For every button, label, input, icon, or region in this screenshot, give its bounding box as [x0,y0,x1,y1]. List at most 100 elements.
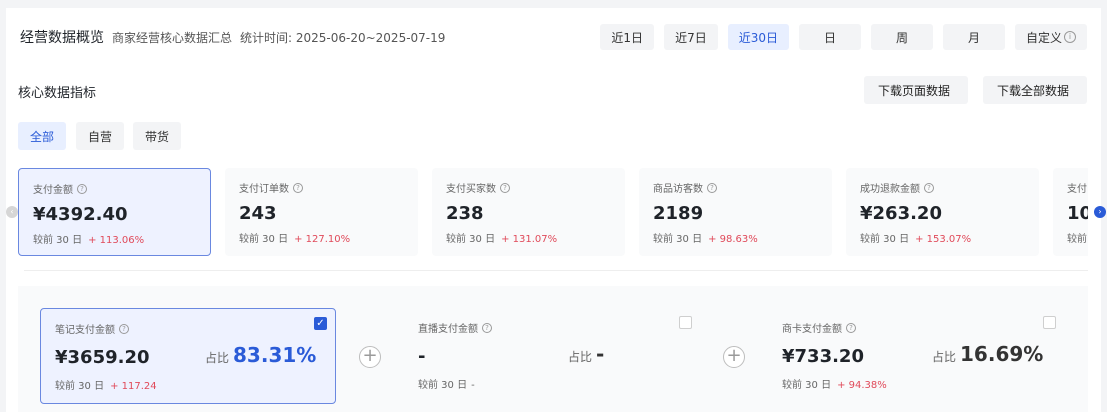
range-30d-button[interactable]: 近30日 [727,24,789,50]
range-day-button[interactable]: 日 [798,24,861,50]
metric-card-buyer-count[interactable]: 支付买家数 ? 238 较前 30 日 + 131.07% [432,168,625,256]
metric-compare: 较前 30 日 + 131.07% [446,230,611,245]
metric-label-text: 商品访客数 [653,184,703,195]
download-page-data-button[interactable]: 下载页面数据 [864,76,968,104]
segment-affiliate-tab[interactable]: 带货 [133,122,182,150]
metric-compare: 较前 30 日 + 113.06% [33,231,196,246]
metric-card-refund-amount[interactable]: 成功退款金额 ? ¥263.20 较前 30 日 + 153.07% [846,168,1039,256]
checkbox-unchecked-icon[interactable] [679,316,692,329]
share-percent: - [596,342,605,366]
breakdown-label-text: 笔记支付金额 [55,325,115,336]
range-1d-button[interactable]: 近1日 [600,24,655,50]
core-metrics-panel: 核心数据指标 下载页面数据 下载全部数据 全部 自营 带货 支付金额 ? ¥43… [6,66,1106,412]
metric-compare-text: 较前 30 日 [653,234,703,245]
metric-compare: 较前 30 日 + 127.10% [239,230,404,245]
help-icon[interactable]: ? [707,182,717,193]
metric-compare-text: 较前 30 日 [33,235,83,246]
scroll-left-icon[interactable]: ‹ [6,206,18,218]
metric-value: 2189 [653,203,704,224]
help-icon[interactable]: ? [119,323,129,334]
breakdown-delta: - [471,380,475,391]
breakdown-compare-text: 较前 30 日 [55,381,105,392]
range-custom-button[interactable]: 自定义 i [1014,24,1087,50]
metric-value: 243 [239,203,277,224]
checkbox-unchecked-icon[interactable] [1043,316,1056,329]
info-icon: i [1064,31,1076,43]
metric-delta: + 153.07% [915,234,972,245]
section-divider [24,270,1088,271]
breakdown-label: 笔记支付金额 ? [55,321,321,336]
metric-card-visitor-count[interactable]: 商品访客数 ? 2189 较前 30 日 + 98.63% [639,168,832,256]
metric-delta: + 131.07% [501,234,558,245]
breakdown-share: 占比 16.69% [932,342,1043,366]
segment-self-operated-tab[interactable]: 自营 [76,122,125,150]
breakdown-compare: 较前 30 日- [418,376,475,391]
metric-card-payment-amount[interactable]: 支付金额 ? ¥4392.40 较前 30 日 + 113.06% [18,168,211,256]
plus-icon: + [723,346,745,368]
breakdown-value: ¥3659.20 [55,347,150,368]
segment-all-tab[interactable]: 全部 [18,122,67,150]
breakdown-label: 直播支付金额 ? [418,320,686,335]
range-week-button[interactable]: 周 [870,24,933,50]
metric-label: 商品访客数 ? [653,180,818,195]
breakdown-compare-text: 较前 30 日 [418,380,468,391]
metric-compare-text: 较前 30 日 [239,234,289,245]
breakdown-compare-text: 较前 30 日 [782,380,832,391]
checkbox-checked-icon[interactable]: ✓ [314,317,327,330]
breakdown-label: 商卡支付金额 ? [782,320,1050,335]
metric-label-text: 支付金额 [33,185,73,196]
plus-icon: + [359,346,381,368]
date-range-selector: 近1日 近7日 近30日 日 周 月 自定义 i [600,24,1087,50]
range-month-button[interactable]: 月 [942,24,1005,50]
metric-delta: + 127.10% [294,234,351,245]
metric-delta: + 113.06% [88,235,145,246]
metric-label-text: 支付订单数 [239,184,289,195]
metric-compare: 较前 30 日 + 98.63% [653,230,818,245]
metric-label: 支付金额 ? [33,181,196,196]
range-7d-button[interactable]: 近7日 [664,24,718,50]
help-icon[interactable]: ? [846,322,856,333]
breakdown-value: ¥733.20 [782,346,864,367]
help-icon[interactable]: ? [924,182,934,193]
breakdown-delta: + 117.24 [110,381,157,392]
breakdown-card-live[interactable]: 直播支付金额 ? - 占比 - 较前 30 日- [404,308,700,404]
metric-delta: + 98.63% [708,234,758,245]
core-metrics-title: 核心数据指标 [18,86,97,101]
metric-card-order-count[interactable]: 支付订单数 ? 243 较前 30 日 + 127.10% [225,168,418,256]
breakdown-label-text: 直播支付金额 [418,324,478,335]
breakdown-share: 占比 - [568,342,604,366]
metric-label: 支付 [1067,180,1088,195]
breakdown-label-text: 商卡支付金额 [782,324,842,335]
download-all-data-button[interactable]: 下载全部数据 [983,76,1087,104]
scroll-right-icon[interactable]: › [1094,206,1106,218]
help-icon[interactable]: ? [500,182,510,193]
share-label: 占比 [205,351,230,365]
metric-compare-text: 较前 30 日 [860,234,910,245]
page-subtitle: 商家经营核心数据汇总 [112,30,233,45]
help-icon[interactable]: ? [77,183,87,194]
metric-label: 支付买家数 ? [446,180,611,195]
metric-value: 238 [446,203,484,224]
range-custom-label: 自定义 [1025,30,1062,45]
breakdown-compare: 较前 30 日 + 117.24 [55,377,157,392]
metric-label: 成功退款金额 ? [860,180,1025,195]
breakdown-value: - [418,346,426,367]
metric-card-partial[interactable]: 支付 10 较前 [1053,168,1088,256]
metric-cards-row: 支付金额 ? ¥4392.40 较前 30 日 + 113.06% 支付订单数 ?… [18,168,1088,256]
overview-header: 经营数据概览 商家经营核心数据汇总 统计时间: 2025-06-20~2025-… [6,8,1101,66]
help-icon[interactable]: ? [482,322,492,333]
share-label: 占比 [568,350,593,364]
share-percent: 83.31% [233,343,317,367]
metric-value: ¥4392.40 [33,204,128,225]
stat-time: 统计时间: 2025-06-20~2025-07-19 [240,30,446,45]
metric-compare: 较前 [1067,234,1087,245]
breakdown-card-product-card[interactable]: 商卡支付金额 ? ¥733.20 占比 16.69% 较前 30 日 + 94.3… [768,308,1064,404]
share-percent: 16.69% [960,342,1044,366]
share-label: 占比 [932,350,957,364]
help-icon[interactable]: ? [293,182,303,193]
breakdown-compare: 较前 30 日 + 94.38% [782,376,887,391]
page-title: 经营数据概览 [20,30,104,46]
metric-label-text: 支付买家数 [446,184,496,195]
breakdown-card-note[interactable]: 笔记支付金额 ? ¥3659.20 占比 83.31% 较前 30 日 + 117… [40,308,336,404]
breakdown-share: 占比 83.31% [205,343,316,367]
